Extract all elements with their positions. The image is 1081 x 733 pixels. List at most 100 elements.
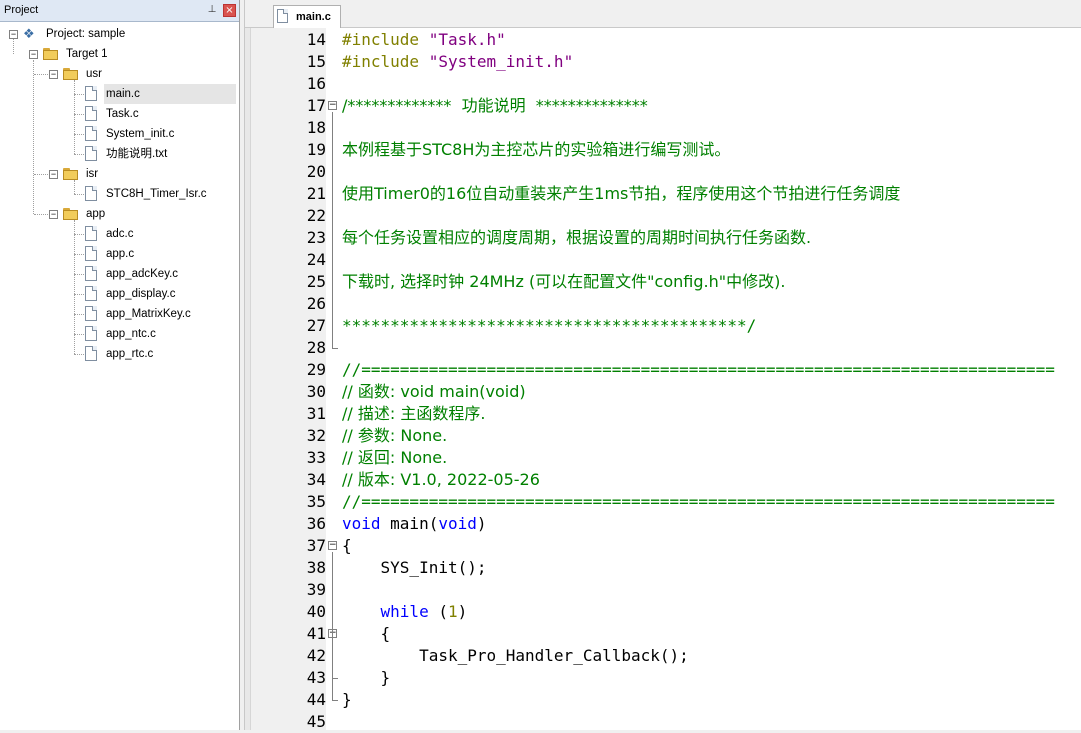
code-area[interactable]: #include "Task.h" #include "System_init.h… bbox=[342, 28, 1081, 730]
collapse-toggle-icon[interactable]: − bbox=[49, 70, 58, 79]
code-token: ) bbox=[457, 602, 468, 621]
file-icon bbox=[85, 186, 97, 201]
fold-collapse-icon[interactable]: − bbox=[328, 101, 337, 110]
project-panel-header: Project ⊥ × bbox=[0, 0, 239, 22]
collapse-toggle-icon[interactable]: − bbox=[49, 210, 58, 219]
tree-connector bbox=[33, 60, 34, 214]
code-line[interactable]: Task_Pro_Handler_Callback(); bbox=[342, 645, 689, 667]
code-line[interactable]: 本例程基于STC8H为主控芯片的实验箱进行编写测试。 bbox=[342, 139, 730, 161]
code-line[interactable]: } bbox=[342, 689, 352, 711]
code-line[interactable]: /************* 功能说明 ************** bbox=[342, 95, 648, 117]
file-icon bbox=[85, 286, 97, 301]
code-line[interactable]: SYS_Init(); bbox=[342, 557, 487, 579]
project-panel-title: Project bbox=[4, 4, 39, 16]
code-editor[interactable]: main.c 14 15 16 17 18 19 20 21 22 23 24 25 26 27 28 29 3… bbox=[244, 0, 1081, 731]
code-line[interactable]: while (1) bbox=[342, 601, 468, 623]
file-item[interactable]: app_ntc.c bbox=[104, 324, 158, 344]
line-number: 44 bbox=[306, 690, 326, 709]
line-number: 31 bbox=[306, 404, 326, 423]
tab-main-c[interactable]: main.c bbox=[273, 5, 341, 28]
file-item[interactable]: main.c bbox=[104, 84, 236, 104]
line-number: 27 bbox=[306, 316, 326, 335]
code-token: ****************************************… bbox=[342, 316, 757, 335]
code-line[interactable]: #include "Task.h" bbox=[342, 29, 506, 51]
code-line[interactable]: //======================================… bbox=[342, 491, 1055, 513]
code-line[interactable]: { bbox=[342, 623, 391, 645]
code-line[interactable]: { bbox=[342, 535, 352, 557]
fold-guide bbox=[332, 552, 333, 700]
project-panel: Project ⊥ × − ❖ Project: sample − Target 1− u… bbox=[0, 0, 240, 730]
line-number: 39 bbox=[306, 580, 326, 599]
fold-collapse-icon[interactable]: − bbox=[328, 541, 337, 550]
line-number: 26 bbox=[306, 294, 326, 313]
code-line[interactable]: // 版本: V1.0, 2022-05-26 bbox=[342, 469, 540, 491]
line-number: 34 bbox=[306, 470, 326, 489]
tree-connector bbox=[74, 134, 84, 135]
file-item[interactable]: app_adcKey.c bbox=[104, 264, 180, 284]
line-number: 19 bbox=[306, 140, 326, 159]
code-line[interactable]: // 描述: 主函数程序. bbox=[342, 403, 485, 425]
code-token: // 函数: void main(void) bbox=[342, 382, 526, 401]
line-number: 17 bbox=[306, 96, 326, 115]
group-label-app[interactable]: app bbox=[84, 204, 107, 224]
code-token: // 描述: 主函数程序. bbox=[342, 404, 486, 423]
file-item[interactable]: app_MatrixKey.c bbox=[104, 304, 193, 324]
file-icon bbox=[85, 126, 97, 141]
group-label-isr[interactable]: isr bbox=[84, 164, 100, 184]
code-line[interactable]: void main(void) bbox=[342, 513, 487, 535]
line-number: 23 bbox=[306, 228, 326, 247]
collapse-toggle-icon[interactable]: − bbox=[49, 170, 58, 179]
code-line[interactable]: // 返回: None. bbox=[342, 447, 447, 469]
code-token: void bbox=[342, 514, 381, 533]
file-item[interactable]: adc.c bbox=[104, 224, 136, 244]
group-label-usr[interactable]: usr bbox=[84, 64, 104, 84]
tree-connector bbox=[74, 94, 84, 95]
code-line[interactable]: // 参数: None. bbox=[342, 425, 447, 447]
line-number: 43 bbox=[306, 668, 326, 687]
line-number: 32 bbox=[306, 426, 326, 445]
code-token: } bbox=[342, 668, 391, 687]
code-token: while bbox=[380, 602, 429, 621]
code-token: Task_Pro_Handler_Callback(); bbox=[342, 646, 689, 665]
file-item[interactable]: Task.c bbox=[104, 104, 141, 124]
code-token: // 参数: None. bbox=[342, 426, 448, 445]
file-icon bbox=[85, 86, 97, 101]
line-number: 40 bbox=[306, 602, 326, 621]
line-number: 20 bbox=[306, 162, 326, 181]
code-line[interactable]: // 函数: void main(void) bbox=[342, 381, 526, 403]
project-root-label[interactable]: Project: sample bbox=[44, 24, 127, 44]
close-icon[interactable]: × bbox=[223, 4, 236, 17]
target-label[interactable]: Target 1 bbox=[64, 44, 110, 64]
code-line[interactable]: //======================================… bbox=[342, 359, 1055, 381]
code-line[interactable]: 下载时, 选择时钟 24MHz (可以在配置文件"config.h"中修改). bbox=[342, 271, 785, 293]
line-number: 37 bbox=[306, 536, 326, 555]
collapse-toggle-icon[interactable]: − bbox=[29, 50, 38, 59]
line-number: 15 bbox=[306, 52, 326, 71]
tree-connector bbox=[74, 314, 84, 315]
code-line[interactable]: 使用Timer0的16位自动重装来产生1ms节拍，程序使用这个节拍进行任务调度 bbox=[342, 183, 900, 205]
file-icon bbox=[85, 226, 97, 241]
code-line[interactable]: ****************************************… bbox=[342, 315, 756, 337]
tree-connector bbox=[13, 39, 14, 54]
file-item[interactable]: STC8H_Timer_Isr.c bbox=[104, 184, 209, 204]
file-item[interactable]: app.c bbox=[104, 244, 136, 264]
tree-connector bbox=[74, 114, 84, 115]
pin-icon[interactable]: ⊥ bbox=[206, 3, 218, 17]
file-item[interactable]: System_init.c bbox=[104, 124, 176, 144]
line-number: 42 bbox=[306, 646, 326, 665]
tree-connector bbox=[74, 220, 75, 354]
tree-connector bbox=[74, 80, 75, 154]
code-token: { bbox=[342, 624, 391, 643]
code-token: ) bbox=[476, 514, 487, 533]
line-number: 38 bbox=[306, 558, 326, 577]
file-item[interactable]: app_rtc.c bbox=[104, 344, 155, 364]
tree-connector bbox=[74, 334, 84, 335]
code-line[interactable]: #include "System_init.h" bbox=[342, 51, 573, 73]
code-line[interactable]: 每个任务设置相应的调度周期，根据设置的周期时间执行任务函数. bbox=[342, 227, 811, 249]
file-item[interactable]: 功能说明.txt bbox=[104, 144, 169, 164]
collapse-toggle-icon[interactable]: − bbox=[9, 30, 18, 39]
file-item[interactable]: app_display.c bbox=[104, 284, 177, 304]
code-token: 下载时, 选择时钟 24MHz (可以在配置文件"config.h"中修改). bbox=[342, 272, 786, 291]
code-line[interactable]: } bbox=[342, 667, 391, 689]
editor-tab-strip: main.c bbox=[245, 0, 1081, 28]
